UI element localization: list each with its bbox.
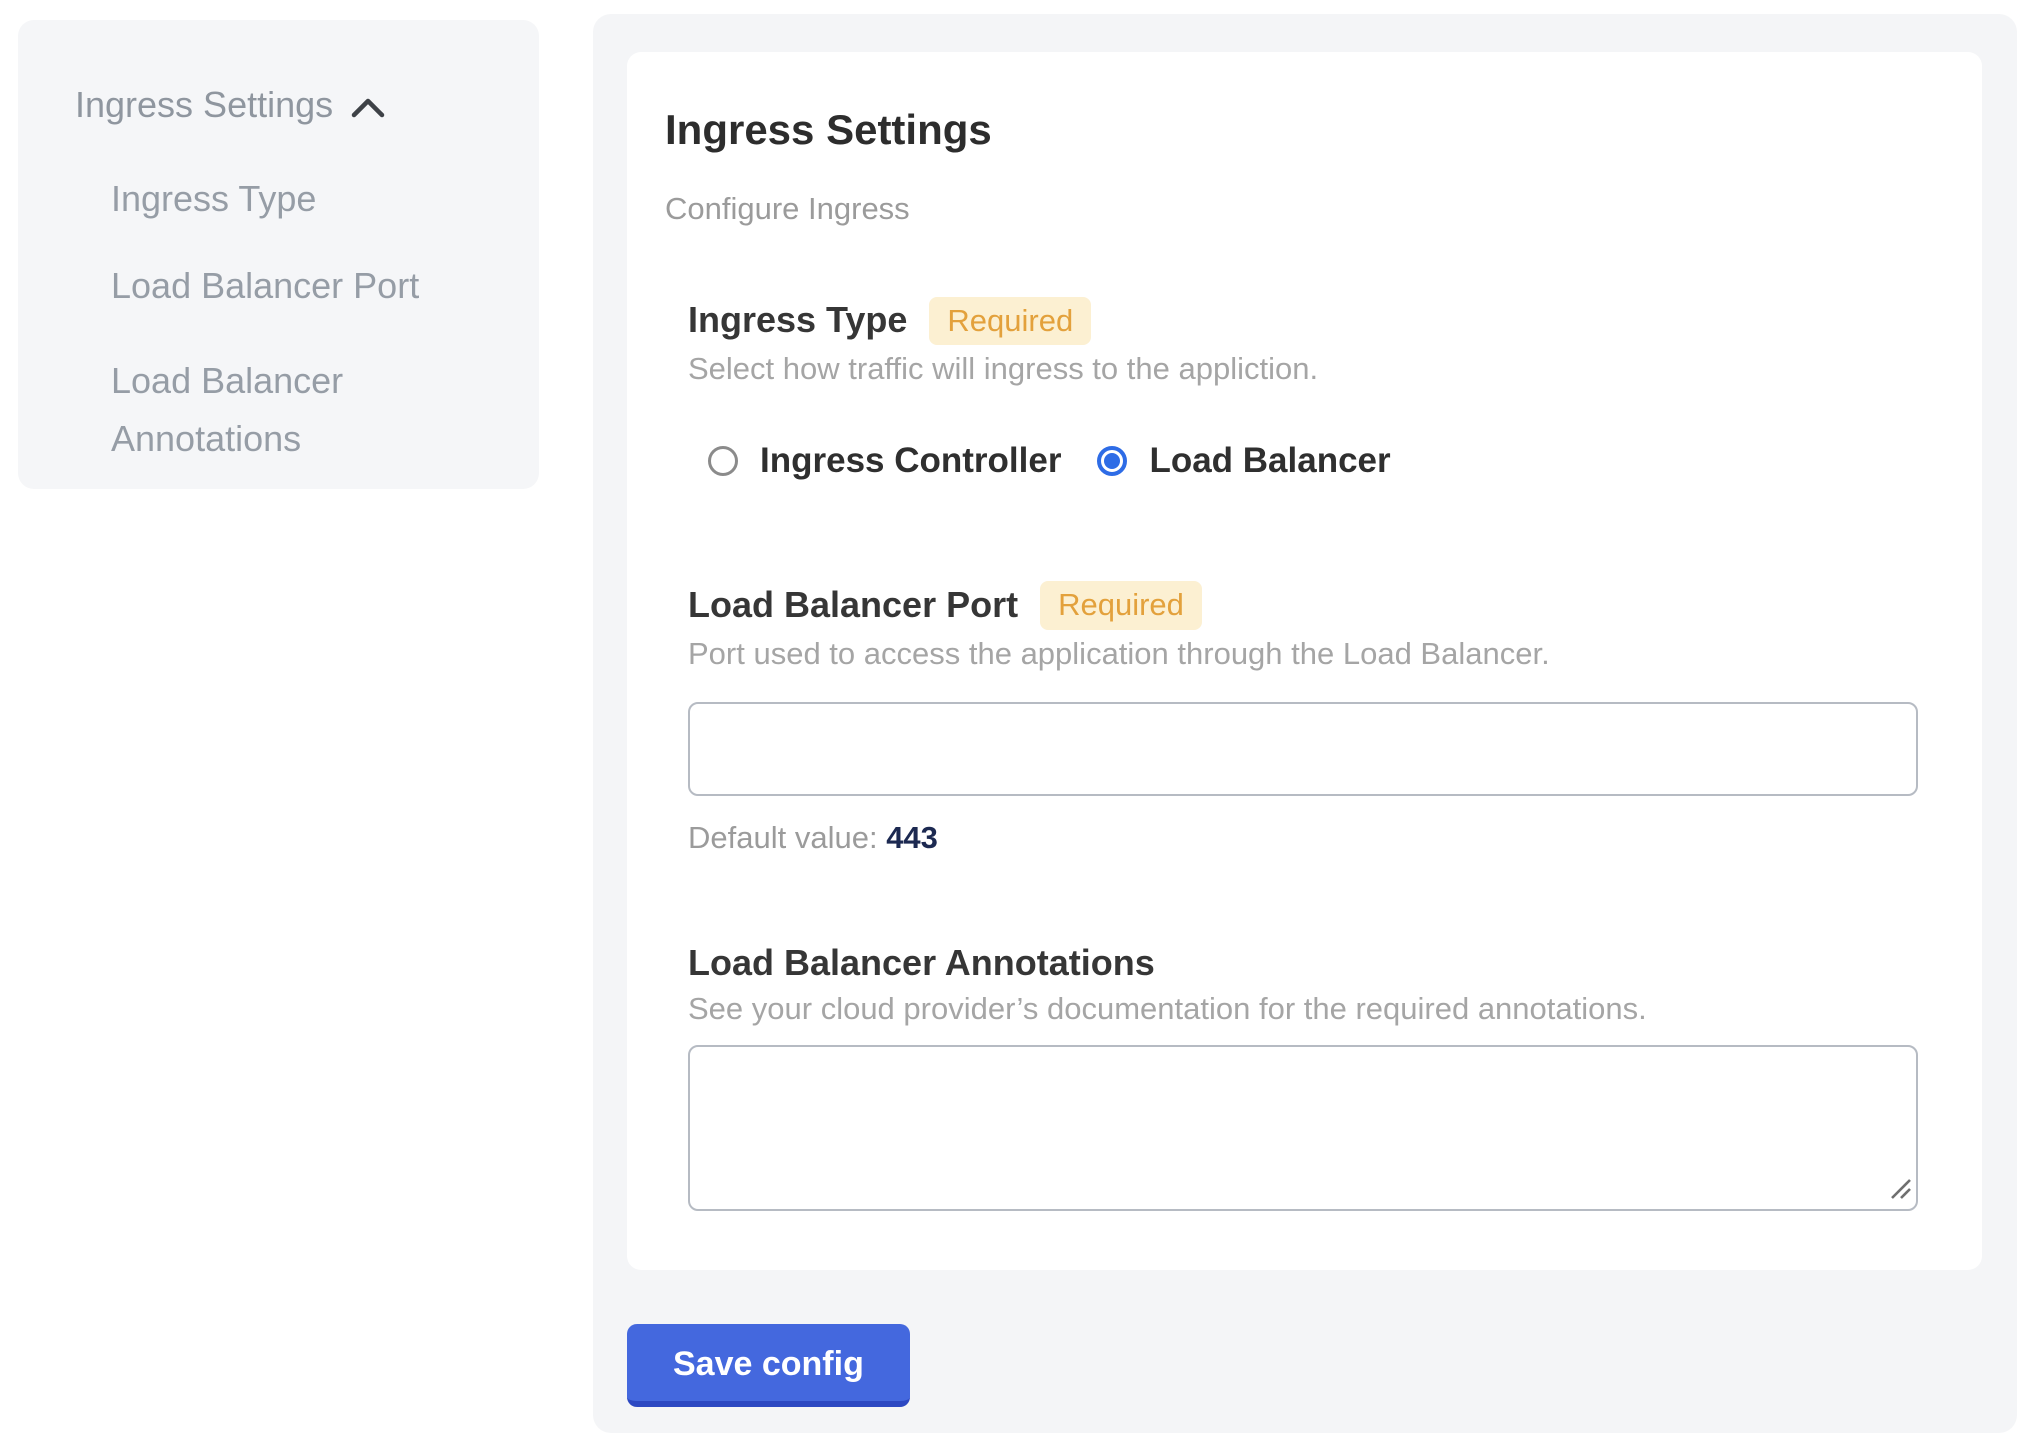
sidebar-item-ingress-settings[interactable]: Ingress Settings <box>75 84 385 126</box>
page-subtitle: Configure Ingress <box>665 191 1918 227</box>
section-description: Select how traffic will ingress to the a… <box>688 349 1918 389</box>
default-value-label: Default value: <box>688 820 878 855</box>
settings-sidebar: Ingress Settings Ingress Type Load Balan… <box>18 20 539 489</box>
section-ingress-type: Ingress Type Required Select how traffic… <box>688 297 1918 482</box>
section-description: See your cloud provider’s documentation … <box>688 989 1918 1029</box>
load-balancer-annotations-textarea[interactable] <box>688 1045 1918 1211</box>
page-title: Ingress Settings <box>665 104 1918 157</box>
sidebar-item-load-balancer-port[interactable]: Load Balancer Port <box>111 265 419 307</box>
radio-option-ingress-controller[interactable]: Ingress Controller <box>708 441 1061 481</box>
default-value-row: Default value: 443 <box>688 820 1918 856</box>
radio-checked-icon[interactable] <box>1097 446 1127 476</box>
default-value: 443 <box>886 820 938 855</box>
radio-label: Ingress Controller <box>760 441 1061 481</box>
radio-label: Load Balancer <box>1149 441 1390 481</box>
load-balancer-port-input[interactable] <box>688 702 1918 796</box>
sidebar-item-load-balancer-annotations[interactable]: Load Balancer Annotations <box>111 352 411 467</box>
section-load-balancer-annotations: Load Balancer Annotations See your cloud… <box>688 940 1918 1211</box>
sidebar-item-label: Ingress Settings <box>75 84 333 126</box>
main-panel: Ingress Settings Configure Ingress Ingre… <box>593 14 2017 1433</box>
section-load-balancer-port: Load Balancer Port Required Port used to… <box>688 581 1918 856</box>
ingress-settings-card: Ingress Settings Configure Ingress Ingre… <box>627 52 1982 1270</box>
required-badge: Required <box>929 297 1091 346</box>
ingress-type-radio-group: Ingress Controller Load Balancer <box>688 441 1918 481</box>
section-label: Ingress Type <box>688 297 907 344</box>
save-config-button[interactable]: Save config <box>627 1324 910 1407</box>
section-description: Port used to access the application thro… <box>688 634 1918 674</box>
chevron-up-icon[interactable] <box>351 86 385 128</box>
section-label: Load Balancer Annotations <box>688 940 1155 987</box>
radio-unchecked-icon[interactable] <box>708 446 738 476</box>
radio-option-load-balancer[interactable]: Load Balancer <box>1097 441 1390 481</box>
section-label: Load Balancer Port <box>688 582 1018 629</box>
sidebar-item-ingress-type[interactable]: Ingress Type <box>111 178 316 220</box>
required-badge: Required <box>1040 581 1202 630</box>
